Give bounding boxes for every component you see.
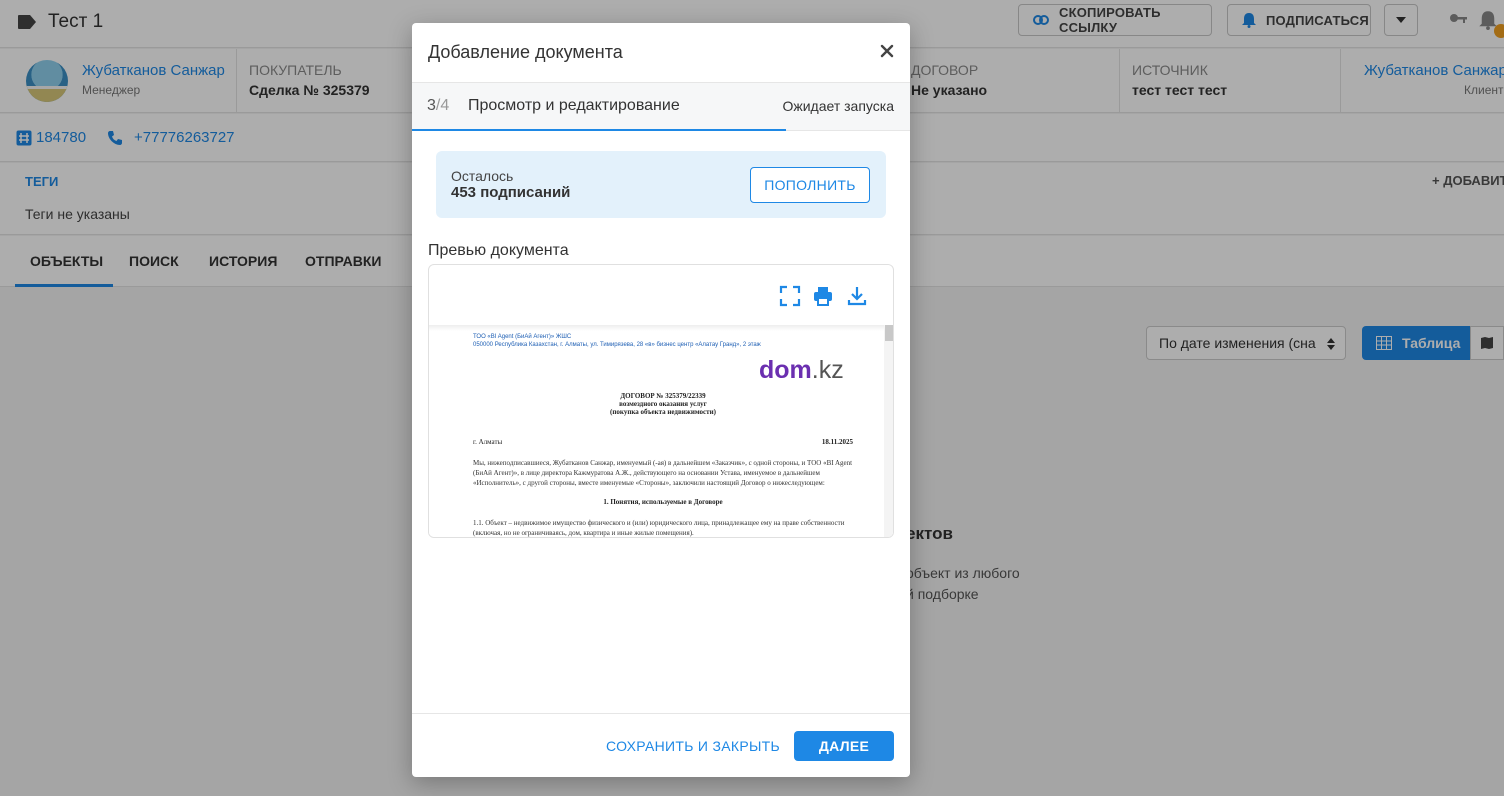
doc-clause: 1.1. Объект – недвижимое имущество физич… bbox=[473, 519, 845, 537]
add-document-dialog: Добавление документа 3/4 Просмотр и реда… bbox=[412, 23, 910, 777]
dialog-header: Добавление документа bbox=[412, 23, 910, 83]
signatures-balance: Осталось 453 подписаний ПОПОЛНИТЬ bbox=[436, 151, 886, 218]
download-icon[interactable] bbox=[846, 285, 868, 307]
dialog-title: Добавление документа bbox=[428, 42, 623, 62]
step-counter: 3/4 bbox=[427, 97, 449, 115]
save-and-close-button[interactable]: СОХРАНИТЬ И ЗАКРЫТЬ bbox=[604, 731, 782, 761]
close-icon[interactable] bbox=[878, 42, 896, 60]
step-current: 3 bbox=[427, 97, 436, 114]
step-total: /4 bbox=[435, 97, 450, 114]
page-top-shadow bbox=[429, 325, 893, 331]
topup-button[interactable]: ПОПОЛНИТЬ bbox=[750, 167, 870, 203]
document-content: ТОО «BI Agent (БиАй Агент)» ЖШС 050000 Р… bbox=[473, 334, 853, 537]
logo-main: dom bbox=[759, 356, 812, 384]
document-preview: ТОО «BI Agent (БиАй Агент)» ЖШС 050000 Р… bbox=[428, 264, 894, 538]
step-status: Ожидает запуска bbox=[782, 98, 894, 114]
logo-suffix: .kz bbox=[811, 356, 844, 384]
doc-city-date-line: г. Алматы 18.11.2025 bbox=[473, 438, 853, 446]
doc-contract-subject: (покупка объекта недвижимости) bbox=[610, 408, 716, 416]
doc-contract-type: возмездного оказания услуг bbox=[619, 400, 707, 408]
doc-city: г. Алматы bbox=[473, 438, 503, 446]
step-progress-bar bbox=[412, 129, 786, 131]
preview-scrollbar[interactable] bbox=[884, 325, 893, 537]
step-name: Просмотр и редактирование bbox=[468, 97, 680, 114]
balance-value: 453 подписаний bbox=[451, 184, 571, 201]
doc-company-line: ТОО «BI Agent (БиАй Агент)» ЖШС bbox=[473, 334, 572, 340]
next-button[interactable]: ДАЛЕЕ bbox=[794, 731, 894, 761]
doc-contract-number: ДОГОВОР № 325379/22339 bbox=[620, 392, 706, 400]
doc-section-title: 1. Понятия, используемые в Договоре bbox=[603, 498, 723, 506]
fullscreen-icon[interactable] bbox=[779, 285, 801, 307]
doc-address-line: 050000 Республика Казахстан, г. Алматы, … bbox=[473, 342, 761, 348]
wizard-step-bar: 3/4 Просмотр и редактирование Ожидает за… bbox=[412, 83, 910, 131]
dialog-footer: СОХРАНИТЬ И ЗАКРЫТЬ ДАЛЕЕ bbox=[412, 713, 910, 777]
dom-kz-logo: dom.kz bbox=[759, 356, 844, 385]
preview-scrollbar-thumb[interactable] bbox=[885, 325, 893, 341]
preview-title: Превью документа bbox=[428, 242, 569, 259]
balance-label: Осталось bbox=[451, 168, 514, 184]
print-icon[interactable] bbox=[812, 285, 834, 307]
doc-intro-paragraph: Мы, нижеподписавшиеся, Жубатканов Санжар… bbox=[473, 459, 853, 487]
doc-date: 18.11.2025 bbox=[821, 438, 853, 446]
